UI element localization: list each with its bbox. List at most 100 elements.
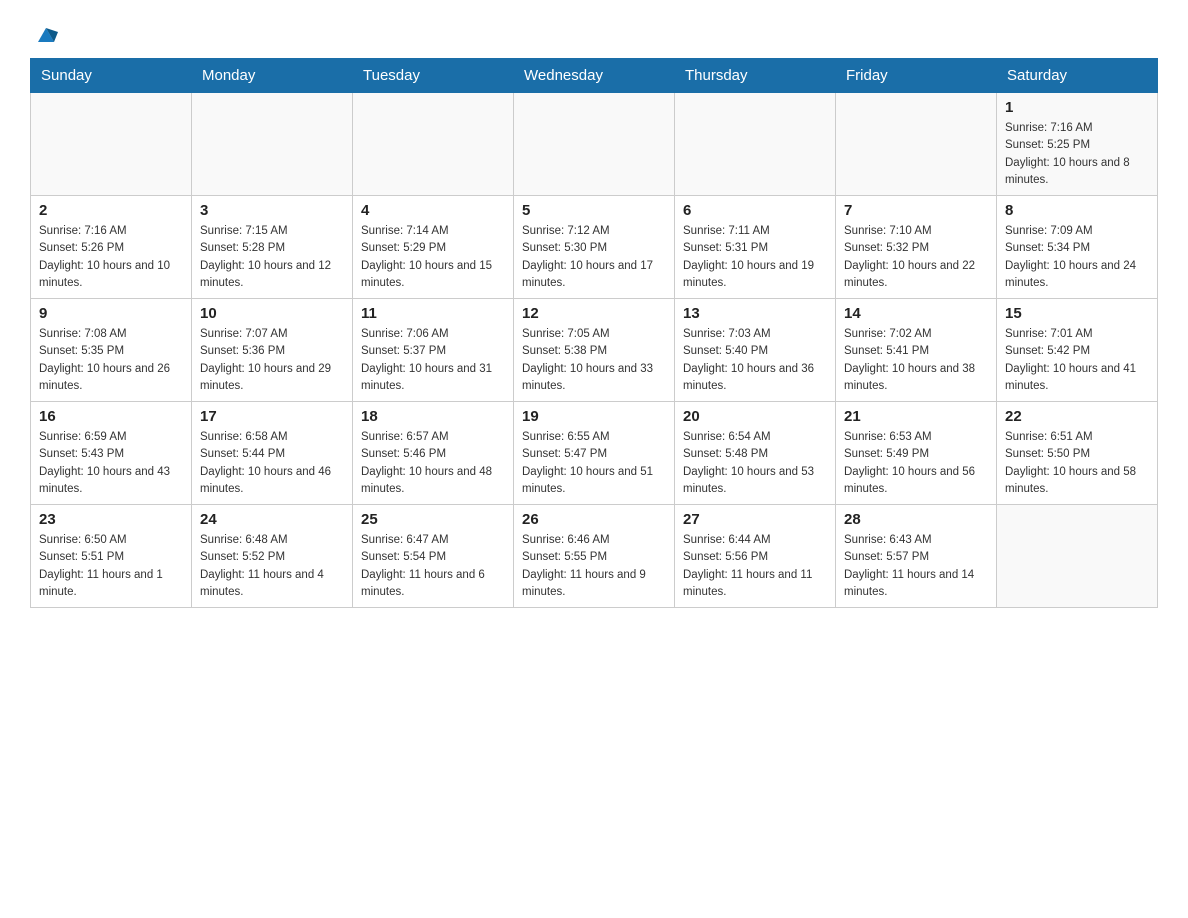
calendar-cell: 23 Sunrise: 6:50 AMSunset: 5:51 PMDayligh…	[31, 505, 192, 608]
calendar-cell	[353, 93, 514, 196]
calendar-cell: 19 Sunrise: 6:55 AMSunset: 5:47 PMDayligh…	[514, 402, 675, 505]
day-number: 16	[39, 408, 183, 425]
calendar-cell: 22 Sunrise: 6:51 AMSunset: 5:50 PMDayligh…	[997, 402, 1158, 505]
day-info: Sunrise: 6:57 AMSunset: 5:46 PMDaylight:…	[361, 429, 505, 498]
calendar-cell: 17 Sunrise: 6:58 AMSunset: 5:44 PMDayligh…	[192, 402, 353, 505]
page-header	[30, 20, 1158, 48]
day-info: Sunrise: 7:08 AMSunset: 5:35 PMDaylight:…	[39, 326, 183, 395]
day-number: 12	[522, 305, 666, 322]
calendar-cell: 28Sunrise: 6:43 AMSunset: 5:57 PMDayligh…	[836, 505, 997, 608]
day-number: 9	[39, 305, 183, 322]
day-info: Sunrise: 7:09 AMSunset: 5:34 PMDaylight:…	[1005, 223, 1149, 292]
calendar-cell	[675, 93, 836, 196]
day-number: 3	[200, 202, 344, 219]
day-info: Sunrise: 6:48 AMSunset: 5:52 PMDaylight:…	[200, 532, 344, 601]
calendar-cell: 20 Sunrise: 6:54 AMSunset: 5:48 PMDayligh…	[675, 402, 836, 505]
day-info: Sunrise: 6:58 AMSunset: 5:44 PMDaylight:…	[200, 429, 344, 498]
col-header-wednesday: Wednesday	[514, 59, 675, 93]
day-info: Sunrise: 6:53 AMSunset: 5:49 PMDaylight:…	[844, 429, 988, 498]
calendar-cell: 6 Sunrise: 7:11 AMSunset: 5:31 PMDaylight…	[675, 196, 836, 299]
calendar-cell: 2 Sunrise: 7:16 AMSunset: 5:26 PMDaylight…	[31, 196, 192, 299]
day-info: Sunrise: 6:59 AMSunset: 5:43 PMDaylight:…	[39, 429, 183, 498]
col-header-sunday: Sunday	[31, 59, 192, 93]
day-info: Sunrise: 7:11 AMSunset: 5:31 PMDaylight:…	[683, 223, 827, 292]
col-header-saturday: Saturday	[997, 59, 1158, 93]
logo-icon	[32, 20, 60, 48]
calendar-cell: 9 Sunrise: 7:08 AMSunset: 5:35 PMDaylight…	[31, 299, 192, 402]
day-info: Sunrise: 6:55 AMSunset: 5:47 PMDaylight:…	[522, 429, 666, 498]
day-number: 13	[683, 305, 827, 322]
calendar-cell: 27 Sunrise: 6:44 AMSunset: 5:56 PMDayligh…	[675, 505, 836, 608]
day-number: 4	[361, 202, 505, 219]
day-number: 1	[1005, 99, 1149, 116]
day-info: Sunrise: 7:02 AMSunset: 5:41 PMDaylight:…	[844, 326, 988, 395]
day-info: Sunrise: 7:15 AMSunset: 5:28 PMDaylight:…	[200, 223, 344, 292]
calendar-week-5: 23 Sunrise: 6:50 AMSunset: 5:51 PMDayligh…	[31, 505, 1158, 608]
calendar-cell	[192, 93, 353, 196]
calendar-header-row: SundayMondayTuesdayWednesdayThursdayFrid…	[31, 59, 1158, 93]
day-number: 8	[1005, 202, 1149, 219]
calendar-cell	[514, 93, 675, 196]
calendar-cell: 10 Sunrise: 7:07 AMSunset: 5:36 PMDayligh…	[192, 299, 353, 402]
calendar-cell: 1 Sunrise: 7:16 AMSunset: 5:25 PMDaylight…	[997, 93, 1158, 196]
day-number: 11	[361, 305, 505, 322]
day-info: Sunrise: 6:54 AMSunset: 5:48 PMDaylight:…	[683, 429, 827, 498]
day-number: 24	[200, 511, 344, 528]
day-info: Sunrise: 7:12 AMSunset: 5:30 PMDaylight:…	[522, 223, 666, 292]
day-info: Sunrise: 6:51 AMSunset: 5:50 PMDaylight:…	[1005, 429, 1149, 498]
calendar-cell: 13 Sunrise: 7:03 AMSunset: 5:40 PMDayligh…	[675, 299, 836, 402]
calendar-cell: 3 Sunrise: 7:15 AMSunset: 5:28 PMDaylight…	[192, 196, 353, 299]
calendar-cell: 4 Sunrise: 7:14 AMSunset: 5:29 PMDaylight…	[353, 196, 514, 299]
calendar-cell	[997, 505, 1158, 608]
day-info: Sunrise: 7:16 AMSunset: 5:26 PMDaylight:…	[39, 223, 183, 292]
day-info: Sunrise: 7:06 AMSunset: 5:37 PMDaylight:…	[361, 326, 505, 395]
day-info: Sunrise: 6:47 AMSunset: 5:54 PMDaylight:…	[361, 532, 505, 601]
day-number: 26	[522, 511, 666, 528]
day-info: Sunrise: 6:44 AMSunset: 5:56 PMDaylight:…	[683, 532, 827, 601]
calendar-cell: 25 Sunrise: 6:47 AMSunset: 5:54 PMDayligh…	[353, 505, 514, 608]
col-header-tuesday: Tuesday	[353, 59, 514, 93]
col-header-thursday: Thursday	[675, 59, 836, 93]
calendar-week-4: 16 Sunrise: 6:59 AMSunset: 5:43 PMDayligh…	[31, 402, 1158, 505]
calendar-cell: 26Sunrise: 6:46 AMSunset: 5:55 PMDayligh…	[514, 505, 675, 608]
calendar-cell	[836, 93, 997, 196]
calendar-week-3: 9 Sunrise: 7:08 AMSunset: 5:35 PMDaylight…	[31, 299, 1158, 402]
day-info: Sunrise: 7:07 AMSunset: 5:36 PMDaylight:…	[200, 326, 344, 395]
day-number: 15	[1005, 305, 1149, 322]
day-number: 19	[522, 408, 666, 425]
day-number: 10	[200, 305, 344, 322]
day-number: 14	[844, 305, 988, 322]
calendar-cell: 7 Sunrise: 7:10 AMSunset: 5:32 PMDaylight…	[836, 196, 997, 299]
day-number: 27	[683, 511, 827, 528]
day-number: 18	[361, 408, 505, 425]
day-info: Sunrise: 7:14 AMSunset: 5:29 PMDaylight:…	[361, 223, 505, 292]
day-number: 17	[200, 408, 344, 425]
calendar-cell: 8 Sunrise: 7:09 AMSunset: 5:34 PMDaylight…	[997, 196, 1158, 299]
calendar-cell: 5 Sunrise: 7:12 AMSunset: 5:30 PMDaylight…	[514, 196, 675, 299]
day-number: 25	[361, 511, 505, 528]
day-info: Sunrise: 7:16 AMSunset: 5:25 PMDaylight:…	[1005, 120, 1149, 189]
day-number: 23	[39, 511, 183, 528]
day-number: 7	[844, 202, 988, 219]
day-info: Sunrise: 7:03 AMSunset: 5:40 PMDaylight:…	[683, 326, 827, 395]
calendar-cell: 12 Sunrise: 7:05 AMSunset: 5:38 PMDayligh…	[514, 299, 675, 402]
calendar-cell: 15 Sunrise: 7:01 AMSunset: 5:42 PMDayligh…	[997, 299, 1158, 402]
day-number: 21	[844, 408, 988, 425]
day-info: Sunrise: 6:50 AMSunset: 5:51 PMDaylight:…	[39, 532, 183, 601]
calendar-cell: 18 Sunrise: 6:57 AMSunset: 5:46 PMDayligh…	[353, 402, 514, 505]
day-info: Sunrise: 7:05 AMSunset: 5:38 PMDaylight:…	[522, 326, 666, 395]
day-info: Sunrise: 6:43 AMSunset: 5:57 PMDaylight:…	[844, 532, 988, 601]
calendar-table: SundayMondayTuesdayWednesdayThursdayFrid…	[30, 58, 1158, 608]
calendar-week-2: 2 Sunrise: 7:16 AMSunset: 5:26 PMDaylight…	[31, 196, 1158, 299]
col-header-friday: Friday	[836, 59, 997, 93]
day-info: Sunrise: 7:10 AMSunset: 5:32 PMDaylight:…	[844, 223, 988, 292]
day-number: 2	[39, 202, 183, 219]
day-info: Sunrise: 7:01 AMSunset: 5:42 PMDaylight:…	[1005, 326, 1149, 395]
day-number: 6	[683, 202, 827, 219]
calendar-cell: 21 Sunrise: 6:53 AMSunset: 5:49 PMDayligh…	[836, 402, 997, 505]
day-number: 20	[683, 408, 827, 425]
day-number: 22	[1005, 408, 1149, 425]
calendar-cell: 24 Sunrise: 6:48 AMSunset: 5:52 PMDayligh…	[192, 505, 353, 608]
logo	[30, 20, 60, 48]
day-number: 5	[522, 202, 666, 219]
